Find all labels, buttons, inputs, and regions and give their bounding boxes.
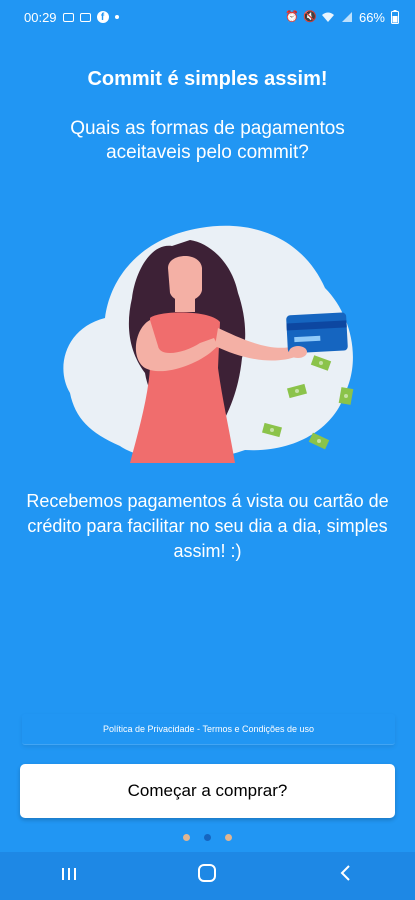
news-icon xyxy=(79,12,91,22)
battery-level: 66% xyxy=(358,9,385,25)
wifi-icon xyxy=(321,12,334,22)
recents-icon[interactable] xyxy=(49,865,89,888)
onboarding-title: Commit é simples assim! xyxy=(87,68,328,90)
page-indicator xyxy=(0,834,415,841)
home-icon[interactable] xyxy=(187,863,227,889)
page-dot-3 xyxy=(225,834,232,841)
image-icon xyxy=(62,12,74,22)
start-shopping-button[interactable]: Começar a comprar? xyxy=(20,764,395,818)
battery-icon xyxy=(391,10,399,24)
dot-icon xyxy=(114,15,119,19)
footer-links: Política de Privacidade - Termos e Condi… xyxy=(22,714,395,745)
onboarding-description: Recebemos pagamentos á vista ou cartão d… xyxy=(26,491,389,561)
face xyxy=(168,255,202,302)
footer-separator: - xyxy=(194,724,203,734)
facebook-icon: f xyxy=(96,11,109,23)
signal-icon xyxy=(341,12,352,22)
page-dot-2 xyxy=(204,834,211,841)
status-time: 00:29 xyxy=(24,9,57,25)
privacy-policy-link[interactable]: Política de Privacidade xyxy=(103,724,195,734)
back-icon[interactable] xyxy=(326,864,366,888)
woman-holding-credit-card-illustration xyxy=(63,225,354,463)
status-right: ⏰ 🔇 66% xyxy=(285,10,399,25)
terms-link[interactable]: Termos e Condições de uso xyxy=(203,724,315,734)
status-bar: 00:29 f ⏰ 🔇 66% xyxy=(0,0,415,34)
onboarding-subtitle: Quais as formas de pagamentos aceitaveis… xyxy=(70,118,345,163)
neck xyxy=(175,296,195,312)
mute-icon: 🔇 xyxy=(302,11,317,23)
hand xyxy=(289,346,307,358)
status-left: 00:29 f xyxy=(24,10,119,25)
alarm-icon: ⏰ xyxy=(284,11,299,23)
system-nav-bar xyxy=(0,852,415,900)
page-dot-1 xyxy=(183,834,190,841)
